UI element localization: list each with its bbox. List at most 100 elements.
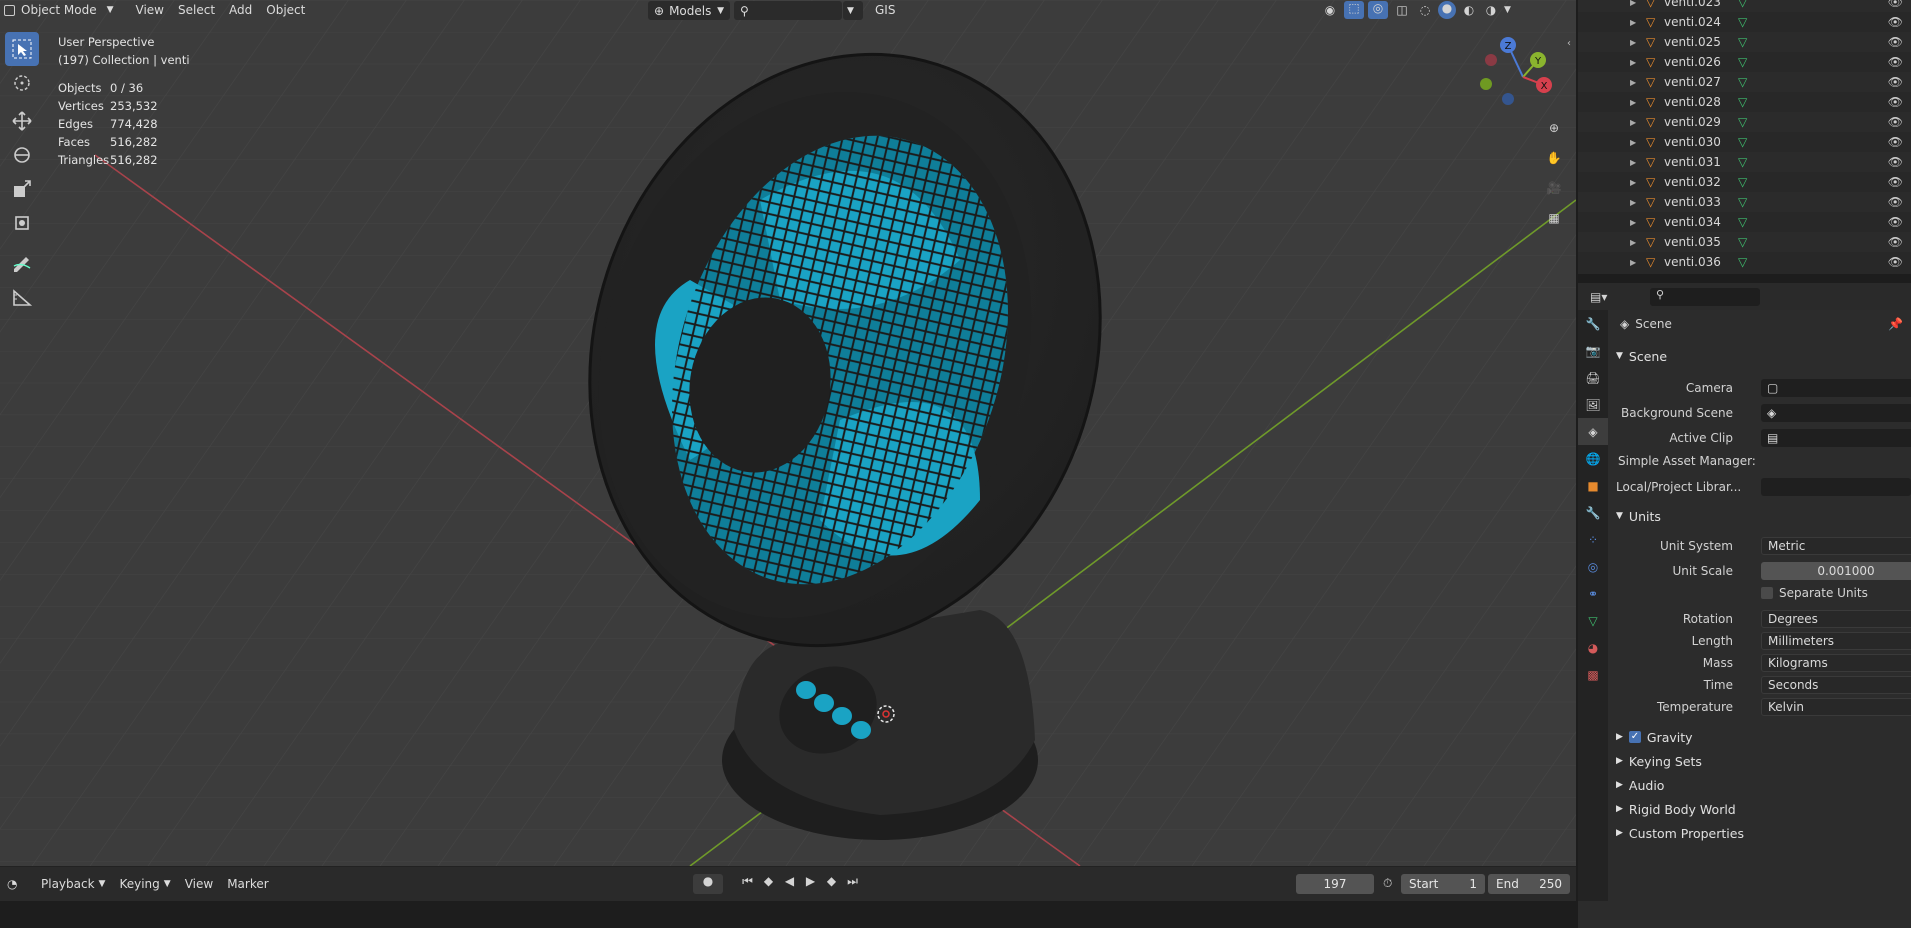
chevron-left-icon[interactable]: ‹ xyxy=(1567,38,1571,49)
physics-tab-icon[interactable]: ◎ xyxy=(1578,553,1608,580)
eye-icon[interactable]: 👁 xyxy=(1888,235,1903,249)
transform-tool[interactable] xyxy=(5,206,39,240)
xray-icon[interactable]: ◫ xyxy=(1392,3,1412,17)
menu-view[interactable]: View xyxy=(178,874,220,894)
panel-custom-properties-header[interactable]: ▶ Custom Properties xyxy=(1616,821,1744,845)
menu-playback[interactable]: Playback ▼ xyxy=(34,874,112,894)
cursor-tool[interactable] xyxy=(5,66,39,100)
end-frame-field[interactable]: End 250 xyxy=(1488,874,1570,894)
eye-icon[interactable]: 👁 xyxy=(1888,115,1903,129)
eye-icon[interactable]: 👁 xyxy=(1888,175,1903,189)
outliner-item[interactable]: ▶ ▽ venti.036 ▽ 👁 xyxy=(1578,252,1911,272)
outliner-item[interactable]: ▶ ▽ venti.034 ▽ 👁 xyxy=(1578,212,1911,232)
collection-dropdown[interactable]: ⊕ Models ▼ xyxy=(648,1,730,20)
chevron-right-icon[interactable]: ▶ xyxy=(1630,98,1636,107)
current-frame-field[interactable]: 197 xyxy=(1296,874,1374,894)
shading-rendered-icon[interactable]: ◑ xyxy=(1482,3,1500,17)
outliner-item[interactable]: ▶ ▽ venti.027 ▽ 👁 xyxy=(1578,72,1911,92)
outliner-item[interactable]: ▶ ▽ venti.028 ▽ 👁 xyxy=(1578,92,1911,112)
chevron-right-icon[interactable]: ▶ xyxy=(1630,198,1636,207)
panel-units-header[interactable]: ▼ Units xyxy=(1616,504,1661,528)
editor-type-icon[interactable]: ◔ xyxy=(0,874,34,894)
shading-wireframe-icon[interactable]: ◌ xyxy=(1416,3,1434,17)
eye-icon[interactable]: 👁 xyxy=(1888,215,1903,229)
mass-select[interactable]: Kilograms⌄ xyxy=(1761,654,1911,672)
orthographic-grid-icon[interactable]: ▦ xyxy=(1540,204,1568,232)
chevron-right-icon[interactable]: ▶ xyxy=(1630,138,1636,147)
menu-object[interactable]: Object xyxy=(259,0,312,20)
modifier-tab-icon[interactable]: 🔧 xyxy=(1578,499,1608,526)
view-layer-tab-icon[interactable]: 🖼 xyxy=(1578,391,1608,418)
chevron-right-icon[interactable]: ▶ xyxy=(1630,238,1636,247)
jump-end-icon[interactable]: ⏭ xyxy=(843,874,862,889)
scene-tab-icon[interactable]: ◈ xyxy=(1578,418,1608,445)
panel-keying-sets-header[interactable]: ▶ Keying Sets xyxy=(1616,749,1702,773)
chevron-right-icon[interactable]: ▶ xyxy=(1630,78,1636,87)
data-tab-icon[interactable]: ▽ xyxy=(1578,607,1608,634)
texture-tab-icon[interactable]: ▩ xyxy=(1578,661,1608,688)
play-icon[interactable]: ▶ xyxy=(801,874,820,889)
eye-icon[interactable]: 👁 xyxy=(1888,255,1903,269)
editor-type-icon[interactable]: ▤▾ xyxy=(1590,290,1618,304)
next-keyframe-icon[interactable]: ◆ xyxy=(822,874,841,889)
shading-material-icon[interactable]: ◐ xyxy=(1460,3,1478,17)
world-tab-icon[interactable]: 🌐 xyxy=(1578,445,1608,472)
panel-gravity-header[interactable]: ▶ ✓ Gravity xyxy=(1616,725,1693,749)
chevron-right-icon[interactable]: ▶ xyxy=(1630,218,1636,227)
panel-rigid-body-header[interactable]: ▶ Rigid Body World xyxy=(1616,797,1736,821)
tool-tab-icon[interactable]: 🔧 xyxy=(1578,310,1608,337)
header-search-input[interactable]: ⚲ xyxy=(734,1,842,20)
constraints-tab-icon[interactable]: ⚭ xyxy=(1578,580,1608,607)
material-tab-icon[interactable]: ◕ xyxy=(1578,634,1608,661)
menu-marker[interactable]: Marker xyxy=(220,874,275,894)
camera-field[interactable]: ▢✎ xyxy=(1761,379,1911,397)
pan-hand-icon[interactable]: ✋ xyxy=(1540,144,1568,172)
3d-viewport[interactable]: Object Mode ▼ View Select Add Object ⊕ M… xyxy=(0,0,1576,866)
outliner-item[interactable]: ▶ ▽ venti.023 ▽ 👁 xyxy=(1578,0,1911,12)
shading-solid-icon[interactable]: ● xyxy=(1438,1,1456,19)
unit-scale-field[interactable]: 0.001000 xyxy=(1761,562,1911,580)
overlays-icon[interactable]: ◎ xyxy=(1368,1,1388,19)
outliner-item[interactable]: ▶ ▽ venti.033 ▽ 👁 xyxy=(1578,192,1911,212)
header-search-dropdown[interactable]: ▼ xyxy=(843,1,863,20)
library-path-field[interactable] xyxy=(1761,478,1911,496)
render-tab-icon[interactable]: 📷 xyxy=(1578,337,1608,364)
gravity-checkbox[interactable]: ✓ xyxy=(1628,731,1641,743)
temperature-select[interactable]: Kelvin⌄ xyxy=(1761,698,1911,716)
jump-start-icon[interactable]: ⏮ xyxy=(738,874,757,889)
outliner-item[interactable]: ▶ ▽ venti.030 ▽ 👁 xyxy=(1578,132,1911,152)
prev-keyframe-icon[interactable]: ◆ xyxy=(759,874,778,889)
chevron-right-icon[interactable]: ▶ xyxy=(1630,58,1636,67)
chevron-right-icon[interactable]: ▶ xyxy=(1630,178,1636,187)
eye-icon[interactable]: 👁 xyxy=(1888,75,1903,89)
gis-menu[interactable]: GIS xyxy=(868,0,902,20)
mode-selector[interactable]: Object Mode ▼ xyxy=(0,0,121,20)
chevron-down-icon[interactable]: ▼ xyxy=(1504,5,1511,15)
menu-select[interactable]: Select xyxy=(171,0,222,20)
eye-icon[interactable]: 👁 xyxy=(1888,35,1903,49)
output-tab-icon[interactable]: 🖨 xyxy=(1578,364,1608,391)
annotate-tool[interactable] xyxy=(5,246,39,280)
chevron-right-icon[interactable]: ▶ xyxy=(1630,0,1636,7)
time-select[interactable]: Seconds⌄ xyxy=(1761,676,1911,694)
length-select[interactable]: Millimeters⌄ xyxy=(1761,632,1911,650)
menu-view[interactable]: View xyxy=(129,0,171,20)
eye-icon[interactable]: 👁 xyxy=(1888,135,1903,149)
eye-icon[interactable]: 👁 xyxy=(1888,95,1903,109)
outliner-item[interactable]: ▶ ▽ venti.035 ▽ 👁 xyxy=(1578,232,1911,252)
eye-icon[interactable]: 👁 xyxy=(1888,55,1903,69)
scale-tool[interactable] xyxy=(5,172,39,206)
outliner-item[interactable]: ▶ ▽ venti.031 ▽ 👁 xyxy=(1578,152,1911,172)
separate-units-checkbox[interactable] xyxy=(1761,587,1773,599)
eye-icon[interactable]: 👁 xyxy=(1888,155,1903,169)
chevron-right-icon[interactable]: ▶ xyxy=(1630,38,1636,47)
chevron-right-icon[interactable]: ▶ xyxy=(1630,158,1636,167)
eye-icon[interactable]: 👁 xyxy=(1888,0,1903,9)
panel-scene-header[interactable]: ▼ Scene xyxy=(1616,344,1667,368)
auto-keying-button[interactable]: ● xyxy=(693,874,723,894)
active-clip-field[interactable]: ▤ xyxy=(1761,429,1911,447)
outliner-item[interactable]: ▶ ▽ venti.029 ▽ 👁 xyxy=(1578,112,1911,132)
eye-icon[interactable]: 👁 xyxy=(1888,15,1903,29)
chevron-right-icon[interactable]: ▶ xyxy=(1630,18,1636,27)
camera-view-icon[interactable]: 🎥 xyxy=(1540,174,1568,202)
